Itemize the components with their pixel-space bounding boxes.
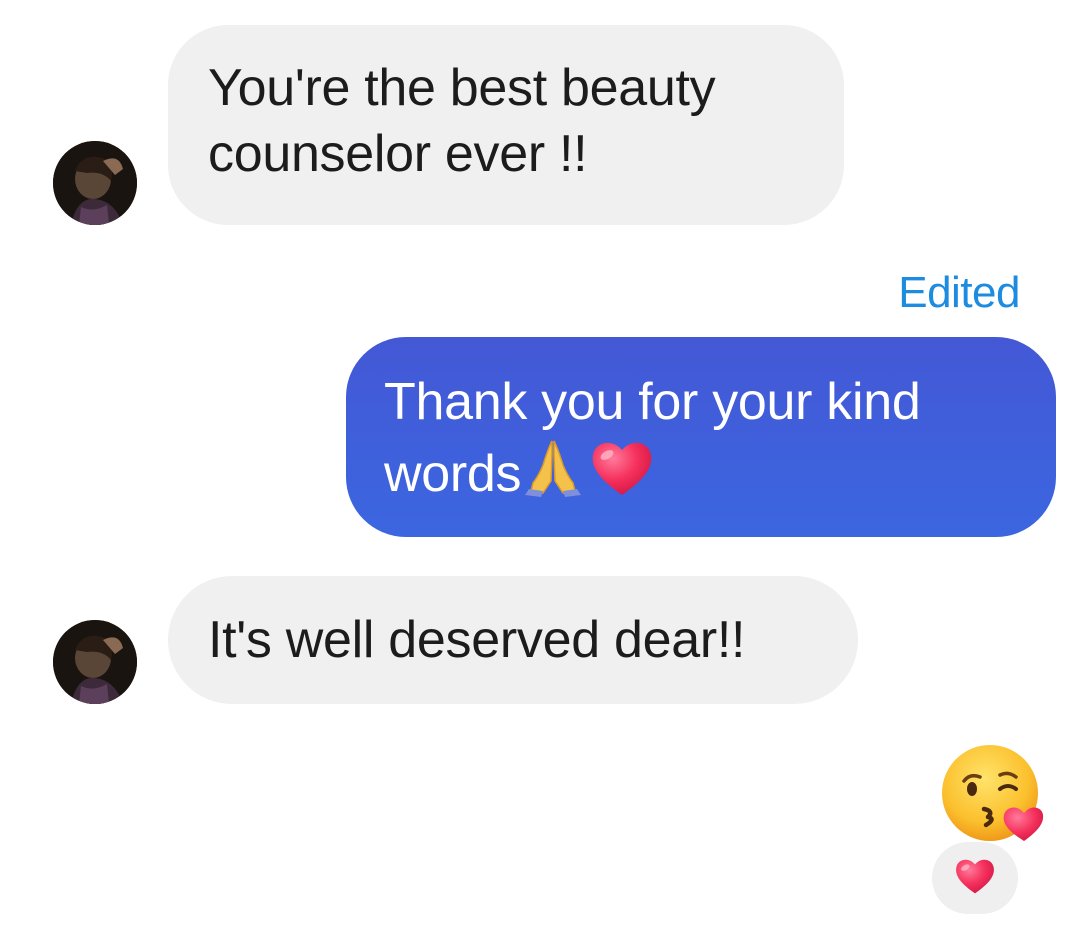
red-heart-icon [589,437,655,515]
red-heart-icon [953,856,997,901]
reaction-badge[interactable] [932,842,1018,914]
message-text-fragment: words [384,445,522,503]
avatar-photo-icon [53,141,137,225]
message-text-line: You're the best beauty [208,59,716,117]
face-blowing-kiss-icon[interactable] [940,743,1044,847]
message-bubble-incoming[interactable]: You're the best beauty counselor ever !! [168,25,844,225]
message-bubble-incoming[interactable]: It's well deserved dear!! [168,576,858,704]
message-text-line: Thank you for your kind [384,373,921,431]
avatar-photo-icon [53,620,137,704]
edited-label[interactable]: Edited [898,268,1020,318]
sender-avatar[interactable] [53,620,137,704]
message-text-line: counselor ever !! [208,125,588,183]
message-text-line: It's well deserved dear!! [208,611,746,669]
sender-avatar[interactable] [53,141,137,225]
folded-hands-icon [521,435,585,515]
message-text-line-with-emoji: words [384,435,1016,515]
message-bubble-outgoing[interactable]: Thank you for your kind words [346,337,1056,537]
